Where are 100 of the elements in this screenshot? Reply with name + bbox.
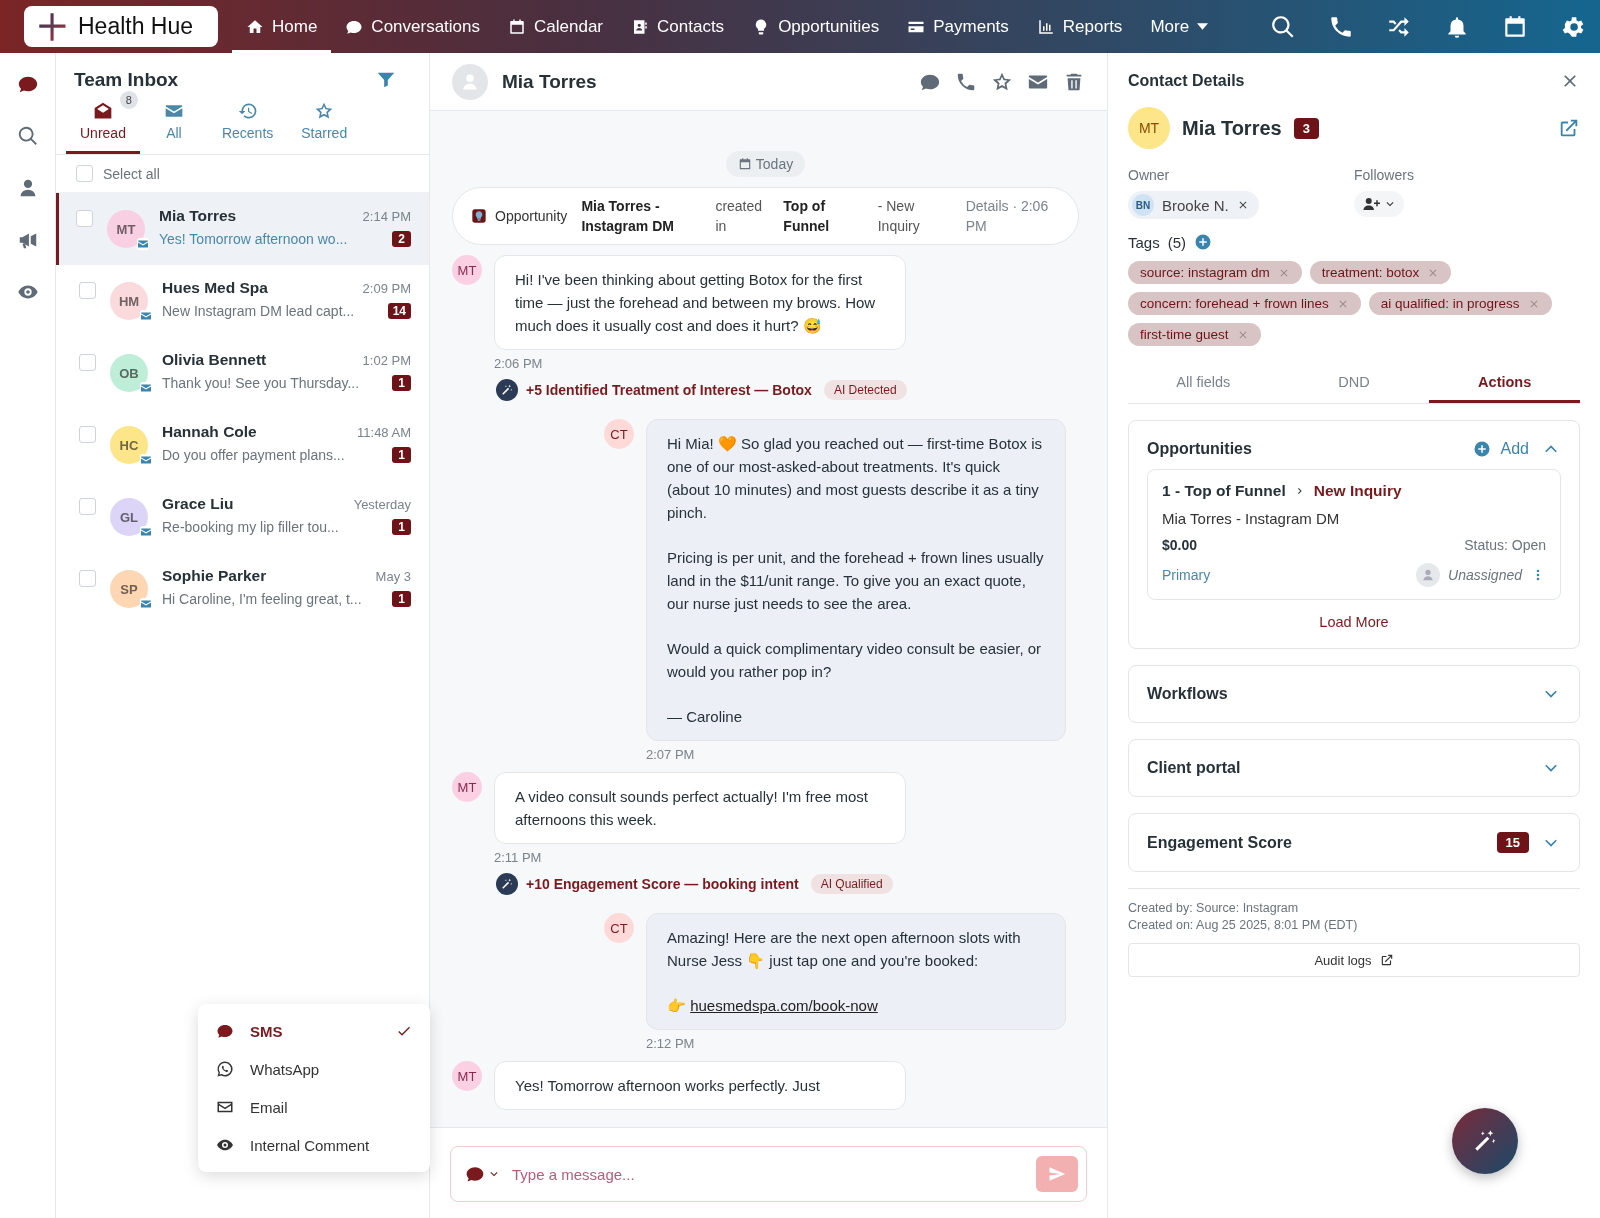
calendar-icon[interactable] [1502, 13, 1528, 40]
envelope-icon [140, 526, 152, 538]
message-field[interactable]: Type a message... [450, 1146, 1087, 1202]
opportunity-card[interactable]: 1 - Top of Funnel New Inquiry Mia Torres - Instagram DM $0.00 Status: Open Primary Unassigned [1147, 469, 1561, 600]
checkbox[interactable] [76, 165, 93, 182]
timestamp: 2:09 PM [362, 280, 411, 296]
nav-link[interactable]: Contacts [617, 0, 739, 53]
contact-name: Mia Torres [1182, 116, 1282, 140]
message-text: Amazing! Here are the next open afternoon slots with Nurse Jess 👇 just tap one and you're booked: [667, 928, 1022, 971]
message-text: Pricing is per unit, and the forehead + frown lines usually land in the $11/unit range. To give you an exact quote, our nurse just needs to see the area. [667, 548, 1045, 614]
cross-logo-icon [38, 11, 68, 42]
contact-card-icon [631, 17, 650, 36]
date-chip: Today [725, 151, 806, 177]
conversation-item[interactable]: MT Mia Torres 2:14 PM Yes! Tomorrow afternoon wo... 2 [56, 193, 429, 265]
checkbox[interactable] [79, 282, 96, 299]
message-input[interactable]: Type a message... [510, 1164, 1026, 1184]
avatar: OB [110, 354, 148, 392]
tab-label: Recents [221, 125, 274, 141]
avatar [1416, 563, 1441, 587]
add-link[interactable]: Add [1472, 440, 1529, 458]
avatar: MT [107, 210, 145, 248]
checkbox[interactable] [79, 354, 96, 371]
tag[interactable]: treatment: botox [1309, 261, 1452, 284]
search-icon[interactable] [16, 125, 39, 147]
checkbox[interactable] [76, 210, 93, 227]
menu-item[interactable]: SMS [198, 1012, 430, 1050]
nav-link[interactable]: Home [232, 0, 332, 53]
audit-logs-button[interactable]: Audit logs [1128, 943, 1580, 977]
unread-count: 1 [392, 519, 411, 535]
conversation-item[interactable]: GL Grace Liu Yesterday Re-booking my lip filler tou... 1 [56, 481, 429, 553]
conversation-item[interactable]: HC Hannah Cole 11:48 AM Do you offer payment plans... 1 [56, 409, 429, 481]
ai-tag: AI Qualified [810, 874, 893, 894]
panel-tab[interactable]: DND [1278, 368, 1430, 403]
unread-count: 8 [119, 91, 138, 109]
nav-link[interactable]: Conversations [331, 0, 495, 53]
conversation-item[interactable]: HM Hues Med Spa 2:09 PM New Instagram DM lead capt... 14 [56, 265, 429, 337]
avatar: HM [110, 282, 148, 320]
menu-item[interactable]: WhatsApp [198, 1050, 430, 1088]
load-more-link[interactable]: Load More [1319, 614, 1389, 630]
bar-chart-icon [1036, 17, 1055, 36]
conversation-item[interactable]: SP Sophie Parker May 3 Hi Caroline, I'm feeling great, t... 1 [56, 553, 429, 625]
chat-icon [465, 1164, 485, 1184]
message-text: Would a quick complimentary video consult be easier, or would you rather pop in? [667, 639, 1043, 682]
checkbox[interactable] [79, 498, 96, 515]
whatsapp-icon [216, 1060, 234, 1078]
conversation-item[interactable]: OB Olivia Bennett 1:02 PM Thank you! See you Thursday... 1 [56, 337, 429, 409]
history-icon [237, 101, 258, 121]
owner-chip[interactable]: BN Brooke N. [1128, 191, 1259, 219]
unread-count: 2 [392, 231, 411, 247]
message-preview: Re-booking my lip filler tou... [162, 519, 339, 535]
inbox-tab[interactable]: Unread 8 [66, 91, 140, 154]
nav-link[interactable]: Opportunities [738, 0, 894, 53]
tag[interactable]: first-time guest [1128, 323, 1261, 346]
inbox-tab[interactable]: All [139, 91, 208, 154]
timestamp: 2:06 PM [494, 356, 544, 371]
add-follower-button[interactable] [1354, 191, 1404, 217]
booking-link[interactable]: huesmedspa.com/book-now [690, 997, 878, 1014]
event-text: Top of Funnel [783, 197, 831, 236]
event-text: created in [715, 197, 764, 236]
menu-item[interactable]: Internal Comment [198, 1126, 430, 1164]
primary-label: Primary [1162, 567, 1211, 583]
contact-name: Sophie Parker [162, 567, 267, 585]
timestamp: 2:12 PM [646, 1036, 696, 1051]
created-on: Created on: Aug 25 2025, 8:01 PM (EDT) [1128, 918, 1359, 932]
section-title: Workflows [1147, 685, 1229, 703]
checkbox[interactable] [79, 426, 96, 443]
send-icon [1048, 1165, 1066, 1183]
search-icon[interactable] [1270, 13, 1296, 40]
external-link-icon[interactable] [1558, 117, 1580, 139]
magic-wand-button[interactable] [1452, 1108, 1518, 1174]
nav-link[interactable]: Reports [1022, 0, 1137, 53]
timestamp: 11:48 AM [357, 424, 411, 440]
message-text: Yes! Tomorrow afternoon works perfectly. Just [515, 1076, 821, 1096]
logo[interactable]: Health Hue [24, 6, 218, 47]
event-text: - New Inquiry [877, 197, 921, 236]
channel-picker[interactable] [465, 1164, 500, 1184]
nav-link[interactable]: Calendar [494, 0, 618, 53]
nav-link[interactable]: Payments [893, 0, 1023, 53]
tag[interactable]: concern: forehead + frown lines [1128, 292, 1361, 315]
tags-label: Tags [1128, 233, 1160, 251]
tag[interactable]: ai qualified: in progress [1368, 292, 1552, 315]
more-menu[interactable]: More [1136, 0, 1223, 53]
checkbox[interactable] [79, 570, 96, 587]
message-preview: New Instagram DM lead capt... [162, 303, 355, 319]
avatar: HC [110, 426, 148, 464]
event-text: Details · 2:06 PM [965, 197, 1050, 236]
message-text: Hi! I've been thinking about getting Botox for the first time — just the forehead and between my brows. How much does it usually cost and does it hurt? 😅 [515, 270, 877, 336]
timestamp: May 3 [375, 568, 411, 584]
inbox-tab[interactable]: Recents [207, 91, 288, 154]
menu-item[interactable]: Email [198, 1088, 430, 1126]
amount: $0.00 [1162, 537, 1198, 553]
timestamp: 2:11 PM [494, 850, 543, 865]
add-icon[interactable] [1194, 233, 1213, 251]
tag[interactable]: source: instagram dm [1128, 261, 1302, 284]
chat-icon [216, 1022, 234, 1040]
panel-tab[interactable]: All fields [1128, 368, 1279, 403]
contact-name: Olivia Bennett [162, 351, 267, 369]
panel-tab[interactable]: Actions [1429, 368, 1580, 403]
lightbulb-icon [471, 208, 487, 224]
inbox-tab[interactable]: Starred [287, 91, 362, 154]
